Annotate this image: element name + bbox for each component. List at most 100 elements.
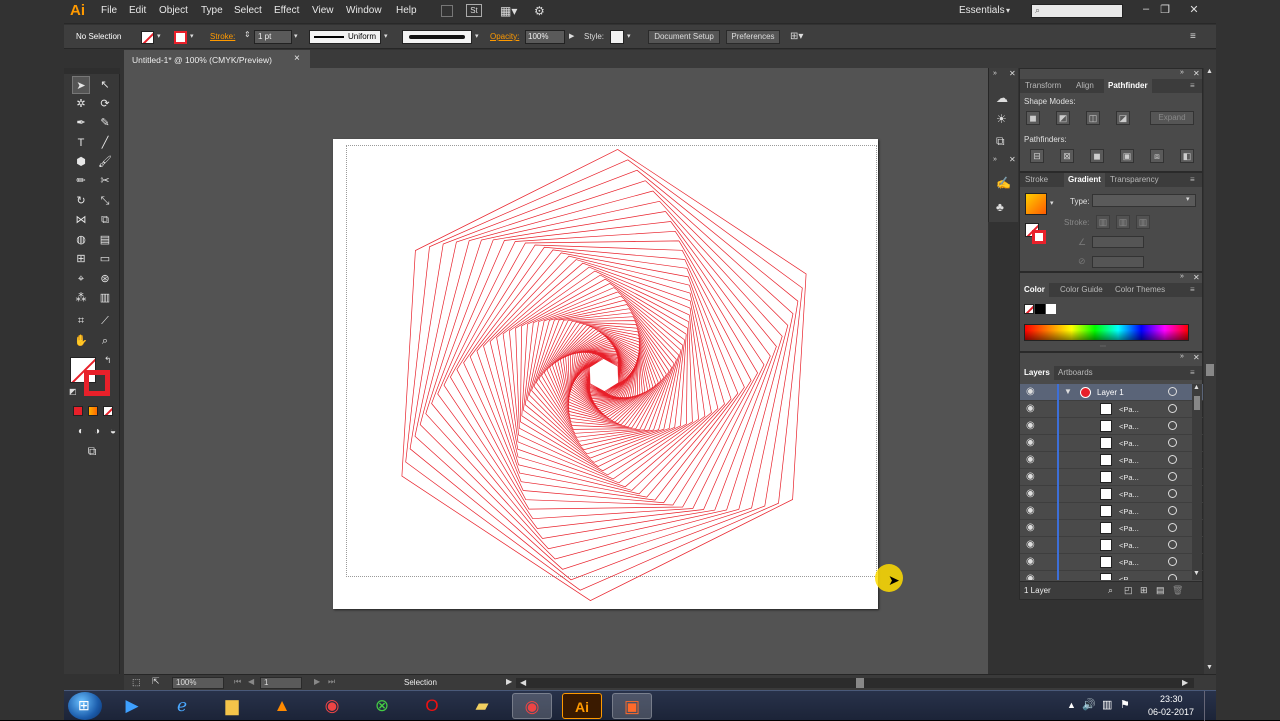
dock-scroll-thumb[interactable] bbox=[1206, 364, 1214, 376]
layers-scroll-thumb[interactable] bbox=[1194, 396, 1200, 410]
dock-scrollbar[interactable]: ▲ ▼ bbox=[1204, 68, 1216, 674]
unite-icon[interactable]: ◼ bbox=[1026, 111, 1040, 125]
merge-icon[interactable]: ◼ bbox=[1090, 149, 1104, 163]
color-mode-icon[interactable] bbox=[73, 406, 83, 416]
artboard-number-field[interactable]: 1 bbox=[260, 677, 302, 689]
sublayer-row[interactable]: ◉ <Pa... bbox=[1020, 435, 1203, 452]
visibility-eye-icon[interactable]: ◉ bbox=[1026, 488, 1035, 499]
symbols-icon[interactable]: ♣ bbox=[996, 200, 1004, 214]
sublayer-row[interactable]: ◉ <Pa... bbox=[1020, 418, 1203, 435]
sublayer-name[interactable]: <Pa... bbox=[1119, 558, 1139, 567]
stroke-label[interactable]: Stroke: bbox=[210, 32, 235, 41]
rotate-icon[interactable]: ↻ bbox=[72, 192, 90, 210]
visibility-eye-icon[interactable]: ◉ bbox=[1026, 573, 1035, 580]
panel-menu-icon[interactable]: ≡ bbox=[1190, 31, 1196, 42]
show-desktop-button[interactable] bbox=[1204, 691, 1214, 721]
symbol-sprayer-icon[interactable]: ⁂ bbox=[72, 289, 90, 307]
zoom-field[interactable]: 100% bbox=[172, 677, 224, 689]
target-icon[interactable] bbox=[1168, 540, 1177, 549]
sublayer-name[interactable]: <Pa... bbox=[1119, 405, 1139, 414]
graphic-style-swatch[interactable] bbox=[610, 30, 624, 44]
arrange-icon[interactable]: ⊞▾ bbox=[790, 31, 803, 42]
swap-colors-icon[interactable]: ↰ bbox=[104, 355, 112, 366]
sublayer-name[interactable]: <Pa... bbox=[1119, 507, 1139, 516]
visibility-eye-icon[interactable]: ◉ bbox=[1026, 403, 1035, 414]
close-icon[interactable]: ✕ bbox=[1193, 69, 1200, 78]
close-icon[interactable]: ✕ bbox=[1009, 155, 1016, 164]
polygon-tool-icon[interactable]: ⬢ bbox=[72, 153, 90, 171]
gradient-stroke-box[interactable] bbox=[1032, 230, 1046, 244]
new-sublayer-icon[interactable]: ⊞ bbox=[1140, 585, 1148, 596]
close-icon[interactable]: ✕ bbox=[1193, 273, 1200, 282]
new-layer-icon[interactable]: ▤ bbox=[1156, 585, 1165, 596]
scissors-icon[interactable]: ✂ bbox=[96, 172, 114, 190]
minimize-button[interactable]: – bbox=[1138, 3, 1154, 16]
panel-menu-icon[interactable]: ≡ bbox=[1190, 79, 1195, 93]
visibility-eye-icon[interactable]: ◉ bbox=[1026, 539, 1035, 550]
selection-tool-icon[interactable]: ➤ bbox=[72, 76, 90, 94]
draw-inside-icon[interactable]: ◒ bbox=[104, 423, 122, 441]
default-colors-icon[interactable]: ◩ bbox=[69, 387, 77, 396]
menu-view[interactable]: View bbox=[312, 5, 334, 16]
target-icon[interactable] bbox=[1168, 489, 1177, 498]
menu-edit[interactable]: Edit bbox=[129, 5, 146, 16]
illustrator-taskbar-icon[interactable]: Ai bbox=[562, 693, 602, 719]
chevron-right-icon[interactable]: ▶ bbox=[569, 32, 574, 40]
tab-color-themes[interactable]: Color Themes bbox=[1115, 283, 1165, 297]
volume-icon[interactable]: 🔊 bbox=[1082, 698, 1096, 711]
stepper-icon[interactable]: ⇕ bbox=[244, 30, 251, 39]
network-icon[interactable]: ▥ bbox=[1102, 698, 1112, 711]
tab-transform[interactable]: Transform bbox=[1025, 79, 1061, 93]
sublayer-name[interactable]: <Pa... bbox=[1119, 473, 1139, 482]
color-spectrum[interactable] bbox=[1024, 324, 1189, 341]
perspective-grid-icon[interactable]: ▤ bbox=[96, 231, 114, 249]
chrome-active-icon[interactable]: ◉ bbox=[512, 693, 552, 719]
target-icon[interactable] bbox=[1168, 472, 1177, 481]
tab-align[interactable]: Align bbox=[1076, 79, 1094, 93]
column-graph-icon[interactable]: ▥ bbox=[96, 289, 114, 307]
target-icon[interactable] bbox=[1168, 387, 1177, 396]
sublayer-row[interactable]: ◉ <Pa... bbox=[1020, 503, 1203, 520]
trim-icon[interactable]: ⊠ bbox=[1060, 149, 1074, 163]
line-tool-icon[interactable]: ╱ bbox=[96, 134, 114, 152]
close-tab-icon[interactable]: × bbox=[294, 53, 300, 64]
target-icon[interactable] bbox=[1168, 421, 1177, 430]
bridge-icon[interactable] bbox=[441, 5, 453, 17]
stroke-across-icon[interactable]: ▥ bbox=[1136, 215, 1150, 229]
menu-effect[interactable]: Effect bbox=[274, 5, 299, 16]
gpu-performance-icon[interactable]: ⚙ bbox=[534, 4, 545, 18]
stroke-within-icon[interactable]: ▥ bbox=[1096, 215, 1110, 229]
fill-swatch[interactable] bbox=[141, 31, 154, 44]
minus-front-icon[interactable]: ◩ bbox=[1056, 111, 1070, 125]
eyedropper-icon[interactable]: ⌖ bbox=[72, 270, 90, 288]
sublayer-row[interactable]: ◉ <Pa... bbox=[1020, 452, 1203, 469]
export-icon[interactable]: ⇱ bbox=[152, 676, 160, 687]
blend-icon[interactable]: ⊛ bbox=[96, 270, 114, 288]
tab-stroke[interactable]: Stroke bbox=[1025, 173, 1048, 187]
layer-row[interactable]: ◉ ▼ Layer 1 bbox=[1020, 384, 1203, 401]
menu-window[interactable]: Window bbox=[346, 5, 382, 16]
sublayer-row[interactable]: ◉ <Pa... bbox=[1020, 520, 1203, 537]
paintbrush-icon[interactable]: 🖌 bbox=[96, 153, 114, 171]
panel-menu-icon[interactable]: ≡ bbox=[1190, 366, 1195, 380]
menu-help[interactable]: Help bbox=[396, 5, 417, 16]
sublayer-name[interactable]: <Pa... bbox=[1119, 490, 1139, 499]
gradient-aspect-field[interactable] bbox=[1092, 256, 1144, 268]
chevron-down-icon[interactable]: ▾ bbox=[1006, 6, 1010, 15]
slice-icon[interactable]: ⟋ bbox=[96, 312, 114, 330]
curvature-icon[interactable]: ✎ bbox=[96, 114, 114, 132]
collapse-icon[interactable]: » bbox=[993, 70, 997, 77]
menu-select[interactable]: Select bbox=[234, 5, 262, 16]
chrome-icon[interactable]: ◉ bbox=[312, 693, 352, 719]
sublayer-row[interactable]: ◉ <Pa... bbox=[1020, 486, 1203, 503]
tab-transparency[interactable]: Transparency bbox=[1110, 173, 1159, 187]
pencil-icon[interactable]: ✏ bbox=[72, 172, 90, 190]
sublayer-row[interactable]: ◉ <Pa... bbox=[1020, 469, 1203, 486]
minus-back-icon[interactable]: ◧ bbox=[1180, 149, 1194, 163]
sublayer-name[interactable]: <Pa... bbox=[1119, 439, 1139, 448]
opacity-field[interactable]: 100% bbox=[525, 30, 565, 44]
show-hidden-icons[interactable]: ▲ bbox=[1067, 700, 1076, 710]
expand-button[interactable]: Expand bbox=[1150, 111, 1194, 125]
artboard[interactable] bbox=[333, 139, 878, 609]
tab-artboards[interactable]: Artboards bbox=[1058, 366, 1093, 380]
